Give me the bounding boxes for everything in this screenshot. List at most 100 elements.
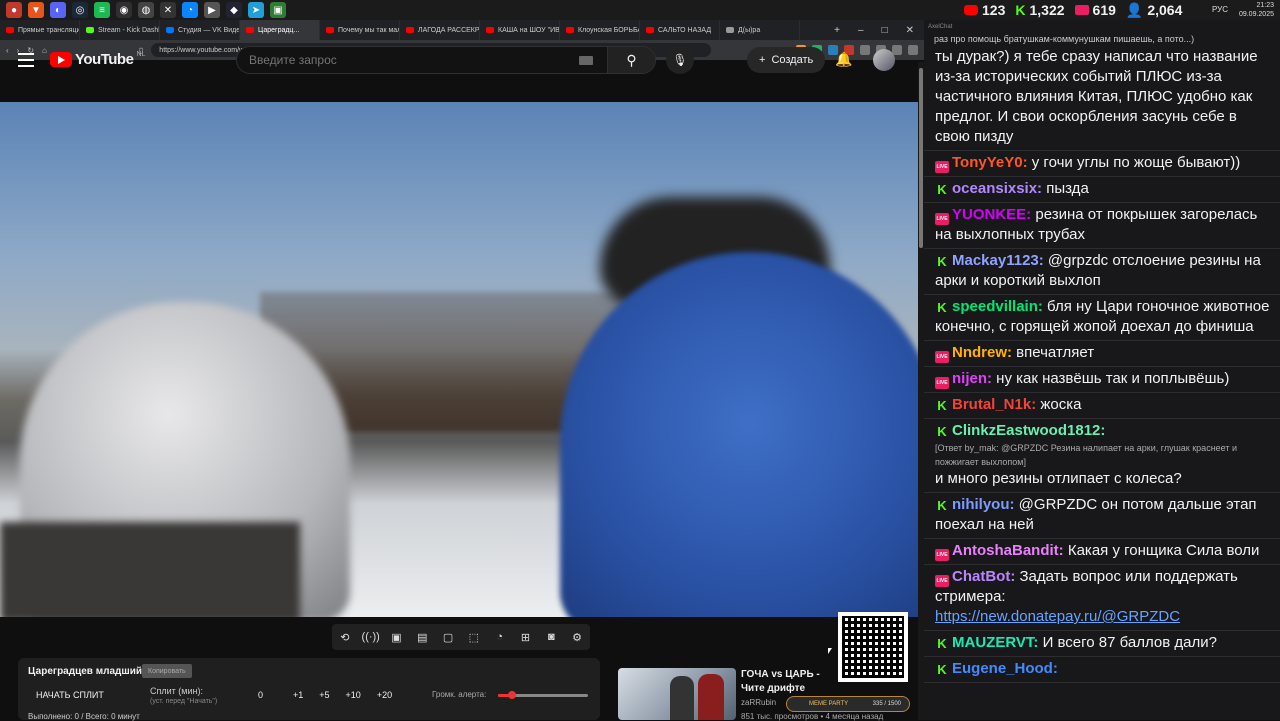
broadcast-icon[interactable]: ((·)): [362, 630, 380, 644]
youtube-logo[interactable]: YouTube NL: [50, 51, 145, 68]
increment-button[interactable]: +5: [319, 690, 329, 700]
split-value: 0: [258, 690, 264, 700]
chat-username[interactable]: Nndrew:: [952, 344, 1012, 361]
chat-message: K Brutal_N1k: жоска: [924, 393, 1280, 419]
chat-message: LIVE YUONKEE: резина от покрышек загорела…: [924, 203, 1280, 249]
scrollbar-thumb[interactable]: [919, 68, 923, 248]
search-button[interactable]: ⚲: [607, 47, 655, 73]
screen-icon[interactable]: ▣: [388, 630, 404, 644]
browser-tab[interactable]: Д(ы)ра: [720, 20, 800, 40]
settings-gear-icon[interactable]: ⚙: [569, 630, 585, 644]
increment-button[interactable]: +10: [346, 690, 361, 700]
tab-favicon-icon: [566, 27, 574, 33]
clock[interactable]: 21:23 09.09.2025: [1239, 1, 1274, 19]
chat-username[interactable]: YUONKEE:: [952, 206, 1031, 223]
new-tab-icon[interactable]: +: [834, 25, 840, 36]
obs-icon[interactable]: ◉: [116, 2, 132, 18]
browser-tab[interactable]: Почему мы так мало: [320, 20, 400, 40]
keyboard-icon[interactable]: [579, 55, 593, 65]
chat-username[interactable]: MAUZERVT:: [952, 634, 1038, 651]
youtube-icon: [964, 5, 978, 15]
increment-button[interactable]: +20: [377, 690, 392, 700]
chat-username[interactable]: nihilyou:: [952, 496, 1015, 513]
tab-bar: Прямые трансляции Stream - Kick Dashbo Сту…: [0, 20, 924, 40]
voice-search-button[interactable]: 🎙: [666, 46, 694, 74]
app-green-icon[interactable]: ▣: [270, 2, 286, 18]
avatar[interactable]: [873, 49, 895, 71]
chat-username[interactable]: ChatBot:: [952, 568, 1015, 585]
telegram-icon[interactable]: ➤: [248, 2, 264, 18]
chrome-icon[interactable]: ◍: [138, 2, 154, 18]
chat-message: LIVE ChatBot: Задать вопрос или поддержат…: [924, 565, 1280, 631]
video-thumbnail[interactable]: [618, 668, 736, 720]
browser-tab[interactable]: Stream - Kick Dashbo: [80, 20, 160, 40]
clapper-icon[interactable]: ▤: [414, 630, 430, 644]
search-input[interactable]: [237, 47, 579, 73]
tab-favicon-icon: [646, 27, 654, 33]
start-split-button[interactable]: НАЧАТЬ СПЛИТ: [36, 690, 104, 700]
tool-icon[interactable]: ✕: [160, 2, 176, 18]
app-icon[interactable]: ●: [6, 2, 22, 18]
app-dark-icon[interactable]: ◆: [226, 2, 242, 18]
video-player[interactable]: [0, 102, 918, 617]
recommended-video[interactable]: ГОЧА vs ЦАРЬ - Чите дрифте zaRRubin 851 …: [618, 668, 918, 721]
vk-live-badge-icon: LIVE: [935, 161, 949, 173]
language-indicator[interactable]: РУС: [1212, 5, 1228, 14]
tab-favicon-icon: [406, 27, 414, 33]
maximize-icon[interactable]: □: [882, 25, 888, 36]
frame-icon[interactable]: ⬚: [466, 630, 482, 644]
chat-username[interactable]: speedvillain:: [952, 298, 1043, 315]
chat-truncated-message: раз про помощь братушкам-коммунушкам пиш…: [934, 34, 1195, 44]
brave-icon[interactable]: ▼: [28, 2, 44, 18]
browser-tab[interactable]: Цареградц...: [240, 20, 320, 40]
channel-name[interactable]: zaRRubin: [741, 698, 776, 707]
video-figure-dark-body: [0, 522, 300, 617]
minimize-icon[interactable]: –: [858, 25, 864, 36]
copy-button[interactable]: Копировать: [142, 664, 192, 678]
browser-tab[interactable]: Клоунская БОРЬБА: [560, 20, 640, 40]
browser-tab[interactable]: САЛЬТО НАЗАД: [640, 20, 720, 40]
app-blue-icon[interactable]: ◔: [182, 2, 198, 18]
picture-icon[interactable]: ▢: [440, 630, 456, 644]
hamburger-menu-icon[interactable]: [18, 53, 34, 67]
vk-live-badge-icon: LIVE: [935, 213, 949, 225]
browser-tab[interactable]: ЛАГОДА РАССЕКРЕТ: [400, 20, 480, 40]
close-icon[interactable]: ✕: [906, 25, 914, 36]
chat-username[interactable]: nijen:: [952, 370, 992, 387]
slider-knob[interactable]: [507, 691, 516, 699]
kick-viewers: K 1,322: [1015, 2, 1065, 18]
kick-badge-icon: K: [937, 300, 947, 315]
camera-icon[interactable]: ◙: [543, 630, 559, 644]
chat-username[interactable]: AntoshaBandit:: [952, 542, 1064, 559]
tab-favicon-icon: [166, 27, 174, 33]
chat-username[interactable]: ClinkzEastwood1812:: [952, 422, 1105, 439]
chat-overlay: AxelChat раз про помощь братушкам-коммун…: [924, 20, 1280, 720]
spotify-icon[interactable]: ≡: [94, 2, 110, 18]
tab-favicon-icon: [86, 27, 94, 33]
chat-username[interactable]: Eugene_Hood:: [952, 660, 1058, 677]
loop-icon[interactable]: ⟲: [337, 630, 353, 644]
chat-username[interactable]: TonyYeY0:: [952, 154, 1028, 171]
chat-username[interactable]: Mackay1123:: [952, 252, 1044, 269]
notifications-bell-icon[interactable]: 🔔: [835, 51, 852, 68]
discord-icon[interactable]: ◐: [50, 2, 66, 18]
alert-volume-slider[interactable]: [498, 691, 588, 699]
split-hint: (уст. перед "Начать"): [150, 698, 218, 705]
browser-tab[interactable]: Прямые трансляции: [0, 20, 80, 40]
microphone-icon: 🎙: [672, 53, 688, 67]
increment-button[interactable]: +1: [293, 690, 303, 700]
search-icon: ⚲: [626, 51, 637, 68]
chat-message: LIVE TonyYeY0: у гочи углы по жоще бывают…: [924, 151, 1280, 177]
chat-username[interactable]: oceansixsix:: [952, 180, 1042, 197]
chat-username[interactable]: Brutal_N1k:: [952, 396, 1036, 413]
browser-tab[interactable]: Студия — VK Видео: [160, 20, 240, 40]
speed-icon[interactable]: ◔: [492, 630, 508, 644]
split-title: Цареградцев младший: [28, 666, 143, 677]
steam-icon[interactable]: ◎: [72, 2, 88, 18]
app-media-icon[interactable]: ▶: [204, 2, 220, 18]
chat-link[interactable]: https://new.donatepay.ru/@GRPZDC: [935, 608, 1180, 625]
video-title[interactable]: ГОЧА vs ЦАРЬ - Чите дрифте: [741, 668, 841, 696]
add-frame-icon[interactable]: ⊞: [517, 630, 533, 644]
browser-tab[interactable]: КАША на ШОУ "ИВА: [480, 20, 560, 40]
create-button[interactable]: + Создать: [747, 47, 826, 73]
